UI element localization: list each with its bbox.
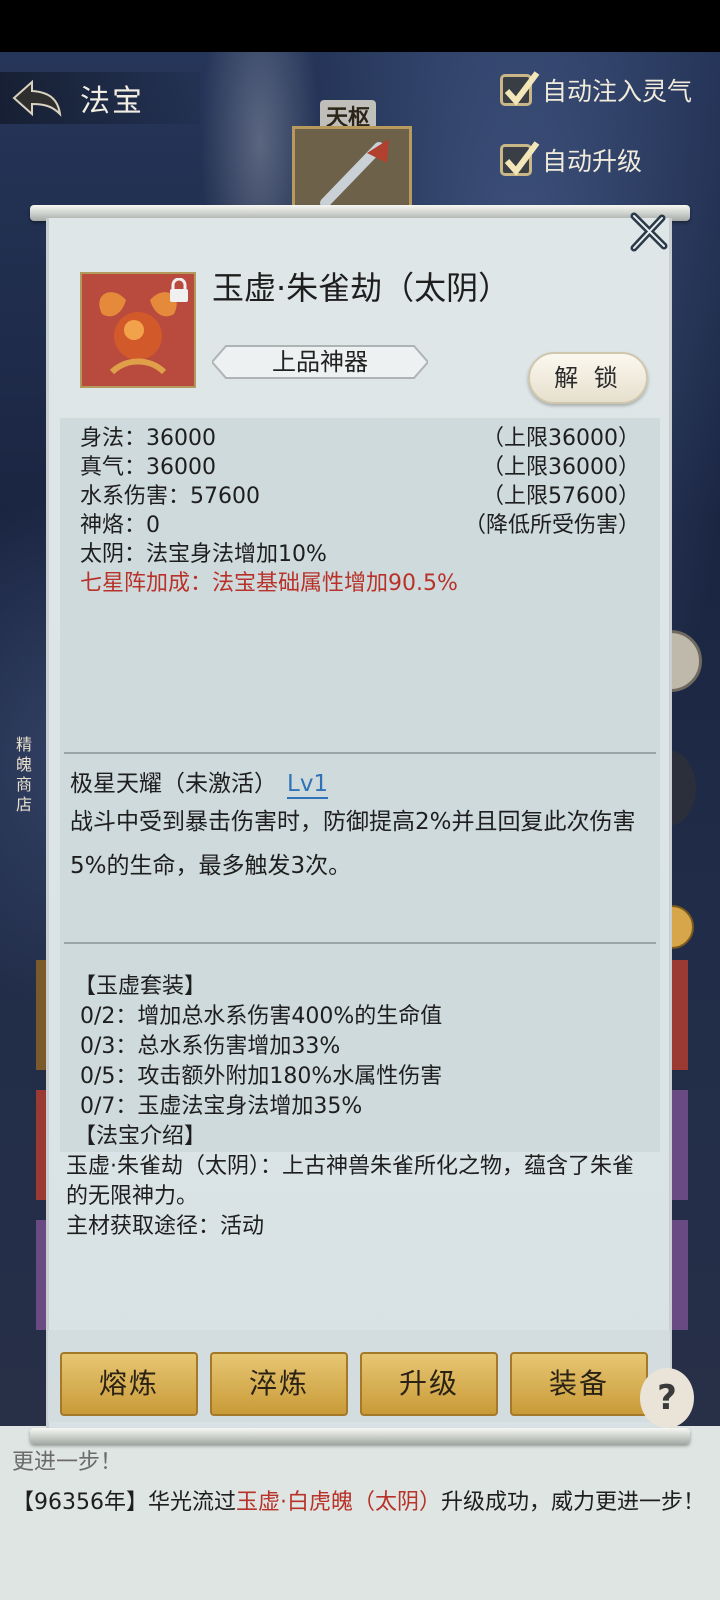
log-suffix: 升级成功，威力更进一步！ (441, 1490, 706, 1515)
equipped-slot[interactable]: 天枢 (290, 100, 420, 216)
stat-qi-cap: （上限36000） (482, 455, 640, 480)
divider (64, 752, 656, 754)
stat-water-damage: 水系伤害：57600 (80, 484, 260, 509)
checkbox-checked-icon[interactable] (500, 71, 540, 106)
unlock-button[interactable]: 解 锁 (528, 352, 648, 404)
sword-icon (292, 126, 412, 216)
side-tab[interactable] (672, 1090, 688, 1200)
header-bar: 法宝 (0, 72, 200, 124)
stat-qi: 真气：36000 (80, 455, 216, 480)
side-tab[interactable] (672, 1220, 688, 1330)
checkbox-checked-icon[interactable] (500, 141, 540, 176)
set-bonus-7: 0/7：玉虚法宝身法增加35% (80, 1094, 363, 1119)
intro-title: 【法宝介绍】 (74, 1124, 207, 1149)
item-name: 玉虚·朱雀劫（太阴） (212, 269, 511, 307)
help-button[interactable]: ? (640, 1368, 694, 1428)
stat-agility: 身法：36000 (80, 426, 216, 451)
set-bonus-5: 0/5：攻击额外附加180%水属性伤害 (80, 1064, 443, 1089)
intro-text: 玉虚·朱雀劫（太阴）：上古神兽朱雀所化之物，蕴含了朱雀的无限神力。 (66, 1154, 634, 1209)
log-item-name: 玉虚·白虎魄（太阴） (236, 1490, 441, 1515)
soul-shop-button[interactable]: 精魄商店 (10, 735, 38, 815)
set-bonus-2: 0/2：增加总水系伤害400%的生命值 (80, 1004, 443, 1029)
smelt-button[interactable]: 熔炼 (60, 1352, 198, 1416)
stat-divine-brand: 神烙：0 (80, 513, 160, 538)
stat-divine-brand-note: （降低所受伤害） (463, 513, 640, 538)
back-arrow-icon[interactable] (10, 78, 64, 118)
auto-upgrade-toggle[interactable]: 自动升级 (500, 141, 643, 178)
skill-level-link[interactable]: Lv1 (287, 771, 329, 799)
skill-title: 极星天耀（未激活） Lv1 (70, 764, 329, 799)
log-prefix: 【96356年】华光流过 (12, 1490, 236, 1515)
equip-button[interactable]: 装备 (510, 1352, 648, 1416)
event-log: 更进一步！ 【96356年】华光流过玉虚·白虎魄（太阴）升级成功，威力更进一步！ (12, 1436, 712, 1518)
side-tab[interactable] (672, 960, 688, 1070)
source-text: 主材获取途径：活动 (66, 1214, 265, 1239)
phoenix-orb-icon (80, 272, 196, 388)
set-title: 【玉虚套装】 (74, 974, 207, 999)
log-line: 【96356年】华光流过玉虚·白虎魄（太阴）升级成功，威力更进一步！ (12, 1488, 712, 1518)
auto-inject-label: 自动注入灵气 (542, 77, 693, 106)
log-text: 更进一步！ (12, 1450, 123, 1475)
stat-agility-cap: （上限36000） (482, 426, 640, 451)
page-title: 法宝 (80, 84, 144, 119)
close-icon[interactable] (626, 210, 670, 254)
seven-star-bonus: 七星阵加成：法宝基础属性增加90.5% (80, 571, 458, 596)
stat-taiyin: 太阴：法宝身法增加10% (80, 542, 327, 567)
skill-description: 战斗中受到暴击伤害时，防御提高2%并且回复此次伤害5%的生命，最多触发3次。 (70, 809, 636, 879)
skill-name: 极星天耀（未激活） (70, 771, 277, 797)
grade-banner: 上品神器 (212, 342, 428, 382)
lock-icon (170, 278, 188, 302)
grade-label: 上品神器 (272, 348, 368, 376)
divider (64, 942, 656, 944)
scroll-rod-bottom (30, 1428, 690, 1444)
auto-inject-toggle[interactable]: 自动注入灵气 (500, 71, 693, 108)
auto-upgrade-label: 自动升级 (542, 147, 643, 176)
refine-button[interactable]: 淬炼 (210, 1352, 348, 1416)
set-bonus-3: 0/3：总水系伤害增加33% (80, 1034, 341, 1059)
stat-water-damage-cap: （上限57600） (482, 484, 640, 509)
status-bar (0, 0, 720, 52)
upgrade-button[interactable]: 升级 (360, 1352, 498, 1416)
set-info: 【玉虚套装】 0/2：增加总水系伤害400%的生命值 0/3：总水系伤害增加33… (66, 972, 660, 1242)
